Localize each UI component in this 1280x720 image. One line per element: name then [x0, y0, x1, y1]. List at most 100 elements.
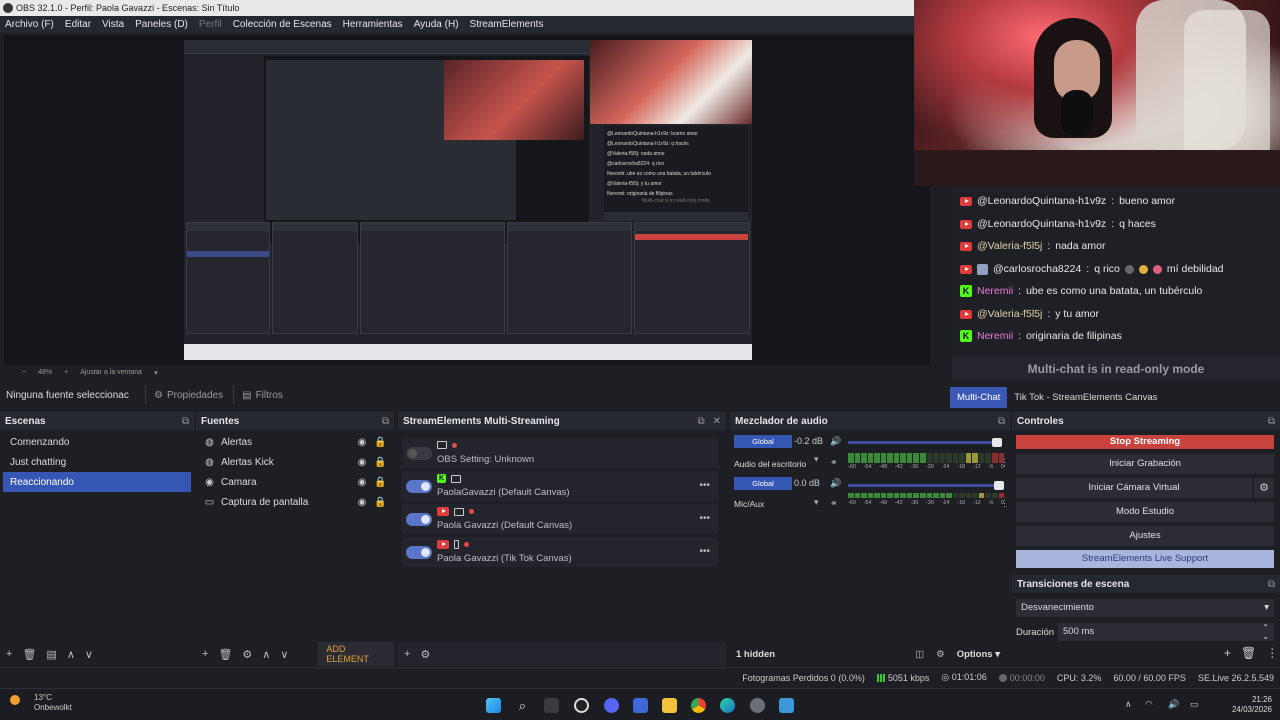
windows-start-icon[interactable] [486, 698, 501, 713]
more-icon[interactable]: ••• [699, 513, 710, 524]
eye-icon[interactable]: ◉ [356, 457, 368, 468]
volume-slider[interactable] [848, 438, 1002, 447]
app-taskbar-icon[interactable] [604, 698, 619, 713]
stop-streaming-button[interactable]: Stop Streaming [1016, 435, 1274, 449]
chevron-down-icon[interactable]: ▾ [154, 369, 158, 377]
speaker-icon[interactable]: 🔊 [830, 436, 841, 447]
trash-icon[interactable]: 🗑 [1241, 646, 1256, 660]
undock-icon[interactable]: ⧉ [998, 416, 1005, 427]
chevron-down-icon[interactable]: ∨ [85, 648, 93, 661]
more-icon[interactable]: ••• [699, 480, 710, 491]
add-icon[interactable]: + [1224, 646, 1231, 660]
undock-icon[interactable]: ⧉ [182, 416, 189, 427]
hidden-count[interactable]: 1 hidden [736, 649, 775, 660]
lock-icon[interactable]: 🔒 [374, 437, 386, 448]
link-icon[interactable]: ⚭ [830, 457, 838, 468]
source-item[interactable]: ◍ Alertas Kick ◉ 🔒 [196, 452, 394, 472]
menu-vista[interactable]: Vista [102, 19, 124, 30]
volume-slider-knob[interactable] [994, 481, 1004, 490]
global-button[interactable]: Global [734, 477, 792, 490]
options-button[interactable]: Options ▾ [957, 649, 1000, 660]
link-icon[interactable]: ⚭ [830, 498, 838, 509]
trash-icon[interactable]: 🗑 [218, 648, 232, 661]
stream-toggle[interactable] [406, 447, 432, 460]
lock-icon[interactable]: 🔒 [374, 497, 386, 508]
zoom-in-icon[interactable]: + [64, 369, 68, 376]
more-vertical-icon[interactable]: ⋮ [1000, 498, 1009, 509]
menu-herramientas[interactable]: Herramientas [343, 19, 403, 30]
taskbar-clock[interactable]: 21:26 24/03/2026 [1232, 695, 1272, 715]
edge-icon[interactable] [720, 698, 735, 713]
task-view-icon[interactable] [544, 698, 559, 713]
layout-icon[interactable]: ◫ [915, 649, 924, 660]
gear-icon[interactable]: ⚙ [1254, 478, 1274, 498]
close-icon[interactable]: ✕ [713, 416, 721, 427]
lock-icon[interactable]: 🔒 [374, 457, 386, 468]
app-taskbar-icon[interactable] [779, 698, 794, 713]
undock-icon[interactable]: ⧉ [1268, 579, 1275, 590]
wifi-icon[interactable]: ◠ [1145, 699, 1153, 710]
eye-icon[interactable]: ◉ [356, 437, 368, 448]
spin-icon[interactable]: ⌃ ⌄ [1262, 623, 1269, 641]
volume-slider[interactable] [848, 481, 1004, 490]
gear-icon[interactable]: ⚙ [242, 648, 252, 661]
chevron-up-icon[interactable]: ∧ [1125, 699, 1132, 710]
chevron-down-icon[interactable]: ∨ [280, 648, 288, 661]
fit-window-label[interactable]: Ajustar a la ventana [80, 369, 142, 376]
menu-archivo[interactable]: Archivo (F) [5, 19, 54, 30]
live-support-button[interactable]: StreamElements Live Support [1016, 550, 1274, 568]
studio-mode-button[interactable]: Modo Estudio [1016, 502, 1274, 522]
menu-coleccion-escenas[interactable]: Colección de Escenas [233, 19, 332, 30]
add-icon[interactable]: + [404, 648, 410, 660]
properties-button[interactable]: ⚙ Propiedades [145, 386, 231, 404]
virtual-camera-button[interactable]: Iniciar Cámara Virtual [1016, 478, 1252, 498]
settings-button[interactable]: Ajustes [1016, 526, 1274, 546]
trash-icon[interactable]: 🗑 [22, 648, 36, 661]
source-item[interactable]: ◍ Alertas ◉ 🔒 [196, 432, 394, 452]
source-item[interactable]: ▭ Captura de pantalla ◉ 🔒 [196, 492, 394, 512]
menu-streamelements[interactable]: StreamElements [470, 19, 544, 30]
eye-icon[interactable]: ◉ [356, 497, 368, 508]
scene-item[interactable]: Comenzando [3, 432, 191, 452]
speaker-icon[interactable]: 🔊 [830, 478, 841, 489]
global-button[interactable]: Global [734, 435, 792, 448]
undock-icon[interactable]: ⧉ [697, 416, 704, 427]
gear-icon[interactable]: ⚙ [936, 649, 945, 660]
filters-button[interactable]: ▤ Filtros [233, 386, 291, 404]
source-item[interactable]: ◉ Camara ◉ 🔒 [196, 472, 394, 492]
eye-icon[interactable]: ◉ [356, 477, 368, 488]
chevron-up-icon[interactable]: ∧ [67, 648, 75, 661]
duration-spinbox[interactable]: 500 ms ⌃ ⌄ [1058, 623, 1274, 641]
menu-editar[interactable]: Editar [65, 19, 91, 30]
add-icon[interactable]: + [202, 648, 208, 660]
transition-select[interactable]: Desvanecimiento ▾ [1016, 599, 1274, 617]
more-vertical-icon[interactable]: ⋮ [1000, 457, 1009, 468]
chevron-down-icon[interactable]: ▾ [814, 497, 819, 508]
undock-icon[interactable]: ⧉ [382, 416, 389, 427]
lock-icon[interactable]: 🔒 [374, 477, 386, 488]
search-icon[interactable]: ⌕ [515, 698, 530, 713]
chevron-up-icon[interactable]: ∧ [262, 648, 270, 661]
obs-taskbar-icon[interactable] [574, 698, 589, 713]
tab-multi-chat[interactable]: Multi-Chat [950, 387, 1008, 408]
add-icon[interactable]: + [6, 648, 12, 660]
scene-item[interactable]: Just chatting [3, 452, 191, 472]
menu-ayuda[interactable]: Ayuda (H) [414, 19, 459, 30]
volume-icon[interactable]: 🔊 [1168, 699, 1179, 710]
start-recording-button[interactable]: Iniciar Grabación [1016, 454, 1274, 474]
add-element-button[interactable]: ADD ELEMENT [318, 642, 394, 666]
chrome-icon[interactable] [691, 698, 706, 713]
scene-item-selected[interactable]: Reaccionando [3, 472, 191, 492]
more-vertical-icon[interactable]: ⋮ [1266, 646, 1278, 660]
volume-slider-knob[interactable] [992, 438, 1002, 447]
filter-icon[interactable]: ▤ [46, 648, 56, 661]
settings-icon[interactable] [750, 698, 765, 713]
folder-icon[interactable] [662, 698, 677, 713]
battery-icon[interactable]: ▭ [1190, 699, 1199, 710]
undock-icon[interactable]: ⧉ [1268, 416, 1275, 427]
gear-icon[interactable]: ⚙ [420, 648, 430, 661]
app-taskbar-icon[interactable] [633, 698, 648, 713]
tab-tiktok-canvas[interactable]: Tik Tok - StreamElements Canvas [1007, 387, 1164, 408]
stream-toggle[interactable] [406, 480, 432, 493]
weather-widget[interactable]: 13°C Onbewolkt [10, 693, 72, 713]
